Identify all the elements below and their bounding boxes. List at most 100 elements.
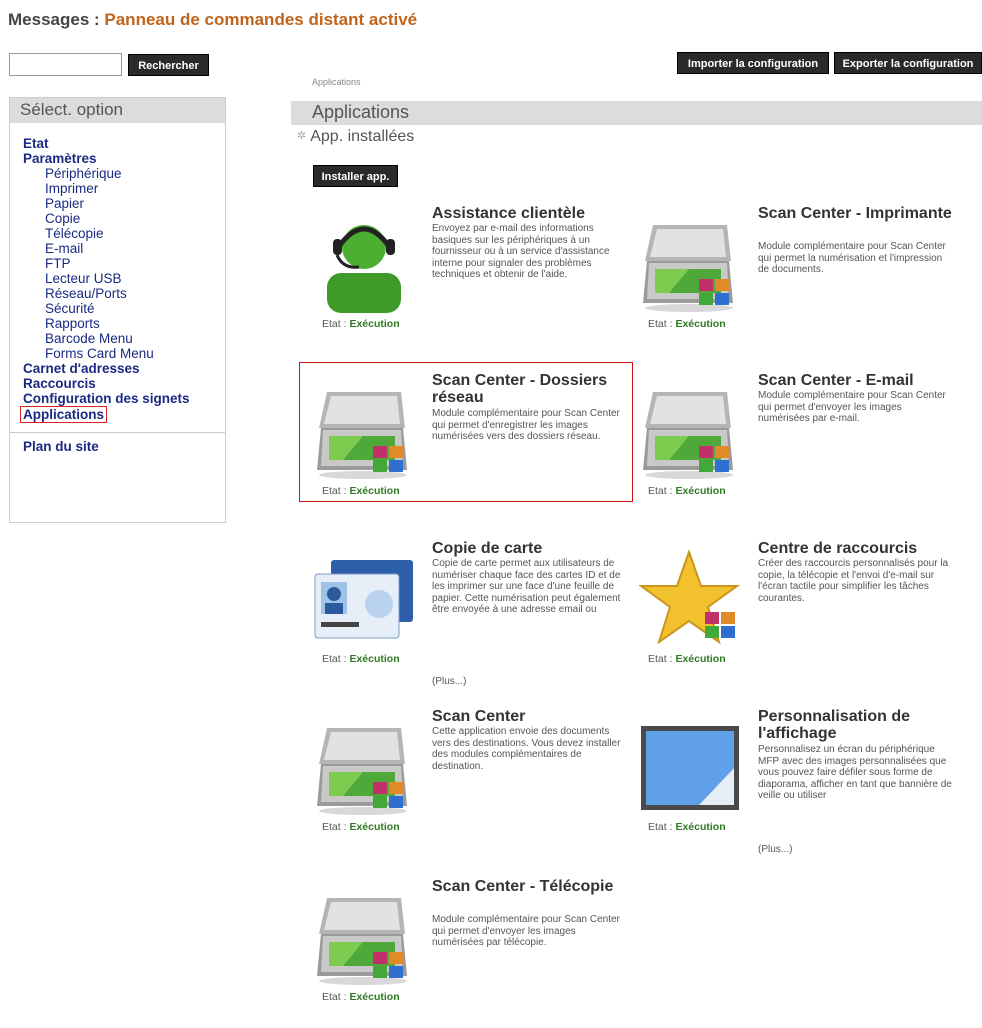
more-link[interactable]: (Plus...)	[432, 676, 466, 687]
app-state: Etat : Exécution	[648, 485, 726, 497]
app-title[interactable]: Scan Center	[432, 708, 632, 725]
app-card[interactable]: Scan Center - Imprimante Module complémen…	[633, 205, 953, 355]
search-input[interactable]	[9, 53, 122, 76]
app-title[interactable]: Copie de carte	[432, 540, 632, 557]
sidebar-item-param-tres[interactable]: Paramètres	[23, 151, 225, 166]
app-state: Etat : Exécution	[322, 821, 400, 833]
sidebar-item-papier[interactable]: Papier	[23, 196, 225, 211]
sidebar: Sélect. option Etat Paramètres Périphériqu…	[9, 97, 226, 523]
app-description: Envoyez par e-mail des informations basi…	[432, 223, 610, 280]
app-state-value: Exécution	[349, 991, 400, 1003]
page-header: Messages : Panneau de commandes distant …	[8, 10, 417, 30]
app-title[interactable]: Centre de raccourcis	[758, 540, 958, 557]
scanner-icon[interactable]	[313, 888, 415, 988]
app-title[interactable]: Scan Center - Télécopie	[432, 878, 632, 895]
sidebar-list: Etat Paramètres Périphérique Imprimer Papier…	[10, 123, 225, 423]
sidebar-item-etat[interactable]: Etat	[23, 136, 225, 151]
sidebar-item-configuration-des-signets[interactable]: Configuration des signets	[23, 391, 225, 406]
sidebar-item-site-map[interactable]: Plan du site	[10, 433, 225, 454]
app-state: Etat : Exécution	[322, 653, 400, 665]
app-state-value: Exécution	[349, 653, 400, 665]
header-label: Messages :	[8, 10, 105, 29]
sidebar-item-active-wrapper: Applications	[20, 406, 225, 423]
app-description: Personnalisez un écran du périphérique M…	[758, 744, 952, 801]
app-state-label: Etat :	[322, 821, 350, 833]
app-state-value: Exécution	[675, 318, 726, 330]
app-state-value: Exécution	[675, 821, 726, 833]
app-card[interactable]: Assistance clientèle Envoyez par e-mail d…	[307, 205, 627, 355]
sidebar-item-ftp[interactable]: FTP	[23, 256, 225, 271]
app-state: Etat : Exécution	[322, 318, 400, 330]
installed-apps-label: App. installées	[310, 128, 415, 145]
sidebar-item-lecteur-usb[interactable]: Lecteur USB	[23, 271, 225, 286]
app-title[interactable]: Scan Center - Dossiers réseau	[432, 372, 632, 406]
app-state-label: Etat :	[322, 318, 350, 330]
sidebar-item-forms-card-menu[interactable]: Forms Card Menu	[23, 346, 225, 361]
app-state-label: Etat :	[322, 991, 350, 1003]
app-card[interactable]: Scan Center - Dossiers réseau Module comp…	[307, 372, 627, 522]
app-description: Créer des raccourcis personnalisés pour …	[758, 558, 949, 604]
app-title[interactable]: Personnalisation de l'affichage	[758, 708, 958, 742]
sidebar-heading: Sélect. option	[10, 98, 225, 123]
app-state-value: Exécution	[349, 318, 400, 330]
app-state-value: Exécution	[675, 653, 726, 665]
sidebar-item-copie[interactable]: Copie	[23, 211, 225, 226]
app-state: Etat : Exécution	[648, 653, 726, 665]
scanner-icon[interactable]	[313, 718, 415, 818]
app-card[interactable]: Scan Center - Télécopie Module complément…	[307, 878, 627, 1028]
sidebar-item-r-seau-ports[interactable]: Réseau/Ports	[23, 286, 225, 301]
sidebar-item-e-mail[interactable]: E-mail	[23, 241, 225, 256]
app-state-label: Etat :	[648, 821, 676, 833]
import-config-button[interactable]: Importer la configuration	[677, 52, 829, 74]
sidebar-item-raccourcis[interactable]: Raccourcis	[23, 376, 225, 391]
app-state-label: Etat :	[322, 653, 350, 665]
sidebar-item-carnet-d-adresses[interactable]: Carnet d'adresses	[23, 361, 225, 376]
search-button[interactable]: Rechercher	[128, 54, 209, 76]
app-state: Etat : Exécution	[648, 318, 726, 330]
app-state-value: Exécution	[675, 485, 726, 497]
main-heading: Applications	[291, 101, 982, 125]
app-card[interactable]: Scan Center - E-mail Module complémentair…	[633, 372, 953, 522]
sidebar-item-barcode-menu[interactable]: Barcode Menu	[23, 331, 225, 346]
app-state-value: Exécution	[349, 821, 400, 833]
installed-apps-heading[interactable]: ✲ App. installées	[297, 128, 414, 146]
sidebar-item-applications[interactable]: Applications	[20, 406, 108, 423]
app-state-label: Etat :	[648, 485, 676, 497]
app-card[interactable]: Copie de carte Copie de carte permet aux …	[307, 540, 627, 690]
star-icon[interactable]	[639, 550, 741, 650]
scanner-icon[interactable]	[313, 382, 415, 482]
app-title[interactable]: Scan Center - E-mail	[758, 372, 958, 389]
export-config-button[interactable]: Exporter la configuration	[834, 52, 982, 74]
app-description: Module complémentaire pour Scan Center q…	[758, 390, 946, 424]
scanner-icon[interactable]	[639, 382, 741, 482]
app-card[interactable]: Personnalisation de l'affichage Personnal…	[633, 708, 953, 858]
app-description: Copie de carte permet aux utilisateurs d…	[432, 558, 621, 615]
app-state: Etat : Exécution	[322, 991, 400, 1003]
id-card-icon[interactable]	[313, 550, 415, 650]
app-state: Etat : Exécution	[322, 485, 400, 497]
app-description: Module complémentaire pour Scan Center q…	[758, 241, 946, 275]
install-app-button[interactable]: Installer app.	[313, 165, 398, 187]
breadcrumb[interactable]: Applications	[312, 77, 361, 87]
header-message: Panneau de commandes distant activé	[104, 10, 418, 29]
app-description: Module complémentaire pour Scan Center q…	[432, 914, 620, 948]
app-state: Etat : Exécution	[648, 821, 726, 833]
expand-icon[interactable]: ✲	[297, 130, 306, 142]
sidebar-item-imprimer[interactable]: Imprimer	[23, 181, 225, 196]
app-state-label: Etat :	[322, 485, 350, 497]
sidebar-item-s-curit-[interactable]: Sécurité	[23, 301, 225, 316]
scanner-icon[interactable]	[639, 215, 741, 315]
more-link[interactable]: (Plus...)	[758, 844, 792, 855]
app-card[interactable]: Centre de raccourcis Créer des raccourcis…	[633, 540, 953, 690]
app-card[interactable]: Scan Center Cette application envoie des …	[307, 708, 627, 858]
app-description: Cette application envoie des documents v…	[432, 726, 621, 772]
sidebar-item-p-riph-rique[interactable]: Périphérique	[23, 166, 225, 181]
app-title[interactable]: Assistance clientèle	[432, 205, 632, 222]
headset-agent-icon[interactable]	[313, 215, 415, 315]
app-state-value: Exécution	[349, 485, 400, 497]
app-state-label: Etat :	[648, 653, 676, 665]
sidebar-item-rapports[interactable]: Rapports	[23, 316, 225, 331]
sidebar-item-t-l-copie[interactable]: Télécopie	[23, 226, 225, 241]
app-title[interactable]: Scan Center - Imprimante	[758, 205, 958, 222]
display-icon[interactable]	[639, 718, 741, 818]
